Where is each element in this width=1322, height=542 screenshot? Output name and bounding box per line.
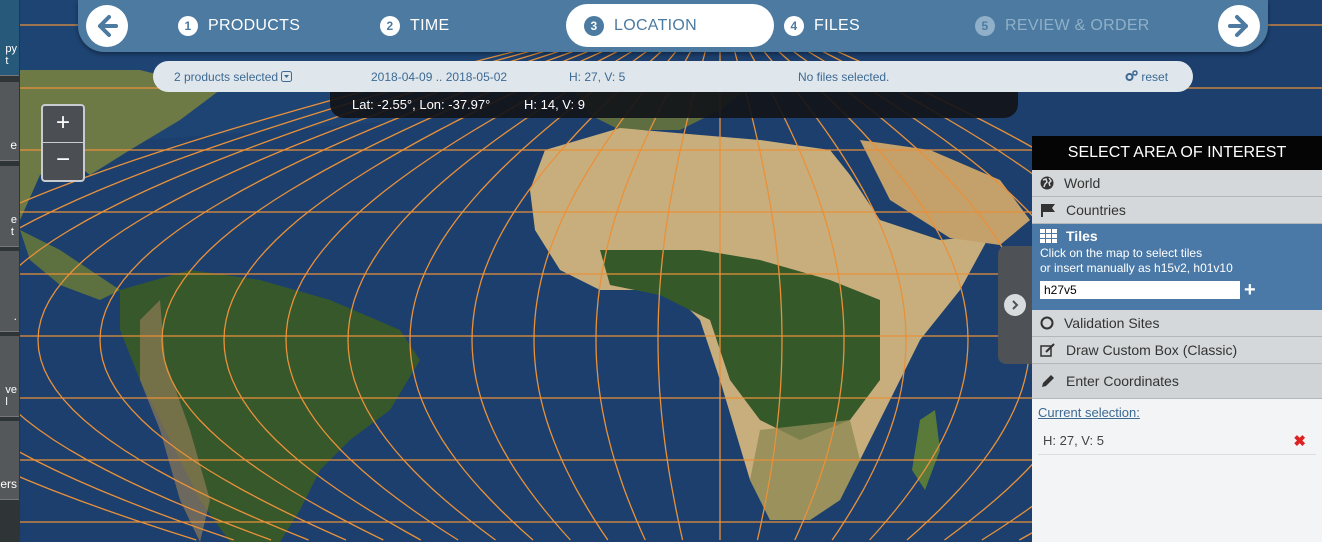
step-time[interactable]: 2 TIME	[380, 4, 449, 47]
reset-label: reset	[1141, 70, 1169, 84]
option-validation-label: Validation Sites	[1064, 315, 1160, 331]
left-tab-3[interactable]: et	[0, 166, 19, 247]
step-label: FILES	[814, 16, 860, 34]
arrow-left-icon	[98, 15, 118, 37]
latlon-readout: Lat: -2.55°, Lon: -37.97°	[352, 97, 491, 112]
option-world[interactable]: World	[1032, 170, 1322, 197]
step-number: 3	[584, 15, 604, 36]
edit-icon	[1040, 343, 1055, 357]
step-label: REVIEW & ORDER	[1005, 16, 1150, 34]
step-number: 1	[178, 15, 198, 36]
date-range-summary[interactable]: 2018-04-09 .. 2018-05-02	[371, 70, 507, 84]
zoom-out-button[interactable]: −	[43, 143, 83, 179]
files-summary: No files selected.	[798, 70, 890, 84]
selection-summary-bar: 2 products selected 2018-04-09 .. 2018-0…	[153, 61, 1193, 92]
step-number: 5	[975, 15, 995, 36]
left-tab-2[interactable]: e	[0, 82, 19, 161]
option-enter-coordinates[interactable]: Enter Coordinates	[1032, 364, 1322, 399]
step-label: LOCATION	[614, 16, 698, 34]
products-summary[interactable]: 2 products selected	[174, 70, 293, 84]
tiles-hint-1: Click on the map to select tiles	[1040, 246, 1203, 260]
tile-readout: H: 14, V: 9	[524, 97, 585, 112]
step-review-order: 5 REVIEW & ORDER	[975, 4, 1150, 47]
left-toolbar: py t e et . ve l ers	[0, 0, 20, 542]
step-number: 4	[784, 15, 804, 36]
zoom-in-button[interactable]: +	[43, 106, 83, 143]
option-draw-box[interactable]: Draw Custom Box (Classic)	[1032, 337, 1322, 364]
selection-row: H: 27, V: 5 ✖	[1038, 432, 1316, 455]
dropdown-icon	[281, 71, 293, 82]
add-tile-button[interactable]: +	[1244, 280, 1256, 300]
step-label: PRODUCTS	[208, 16, 301, 34]
products-summary-text: 2 products selected	[174, 70, 279, 84]
order-stepper: 1 PRODUCTS 2 TIME 3 LOCATION 4 FILES 5 R…	[78, 0, 1268, 52]
left-tab-4[interactable]: .	[0, 251, 19, 332]
step-label: TIME	[410, 16, 450, 34]
step-products[interactable]: 1 PRODUCTS	[178, 4, 300, 47]
option-countries[interactable]: Countries	[1032, 197, 1322, 224]
option-countries-label: Countries	[1066, 202, 1126, 218]
left-tab-1[interactable]: py t	[0, 0, 19, 76]
grid-icon	[1040, 229, 1057, 243]
option-tiles-label: Tiles	[1066, 228, 1098, 244]
area-of-interest-panel: SELECT AREA OF INTEREST World Countries …	[1032, 136, 1322, 542]
option-validation-sites[interactable]: Validation Sites	[1032, 310, 1322, 337]
previous-step-button[interactable]	[86, 5, 128, 47]
pencil-icon	[1042, 375, 1054, 387]
step-location[interactable]: 3 LOCATION	[566, 4, 774, 47]
circle-icon	[1040, 316, 1054, 330]
left-tab-6[interactable]: ers	[0, 421, 19, 500]
remove-selection-icon[interactable]: ✖	[1293, 433, 1306, 451]
step-files[interactable]: 4 FILES	[784, 4, 860, 47]
option-tiles[interactable]: Tiles Click on the map to select tiles o…	[1032, 224, 1322, 310]
option-coords-label: Enter Coordinates	[1066, 373, 1179, 389]
tiles-hint-2: or insert manually as h15v2, h01v10	[1040, 261, 1233, 275]
panel-title: SELECT AREA OF INTEREST	[1032, 136, 1322, 170]
step-number: 2	[380, 15, 400, 36]
current-selection: Current selection: H: 27, V: 5 ✖	[1032, 399, 1322, 461]
gears-icon	[1125, 70, 1138, 81]
current-selection-label: Current selection:	[1038, 405, 1140, 420]
option-draw-label: Draw Custom Box (Classic)	[1066, 342, 1238, 358]
flag-icon	[1041, 204, 1055, 217]
selection-value: H: 27, V: 5	[1043, 433, 1104, 448]
next-step-button[interactable]	[1218, 5, 1260, 47]
option-world-label: World	[1064, 175, 1101, 191]
reset-button[interactable]: reset	[1125, 70, 1168, 84]
tile-input[interactable]	[1040, 281, 1240, 299]
globe-icon	[1040, 176, 1054, 190]
cursor-coordinates: Lat: -2.55°, Lon: -37.97° H: 14, V: 9	[330, 92, 1018, 118]
chevron-right-icon	[1004, 294, 1026, 316]
left-tab-5[interactable]: ve l	[0, 336, 19, 417]
panel-collapse-toggle[interactable]	[998, 246, 1034, 364]
arrow-right-icon	[1228, 15, 1248, 37]
tile-summary[interactable]: H: 27, V: 5	[569, 70, 625, 84]
zoom-control: + −	[41, 104, 85, 182]
